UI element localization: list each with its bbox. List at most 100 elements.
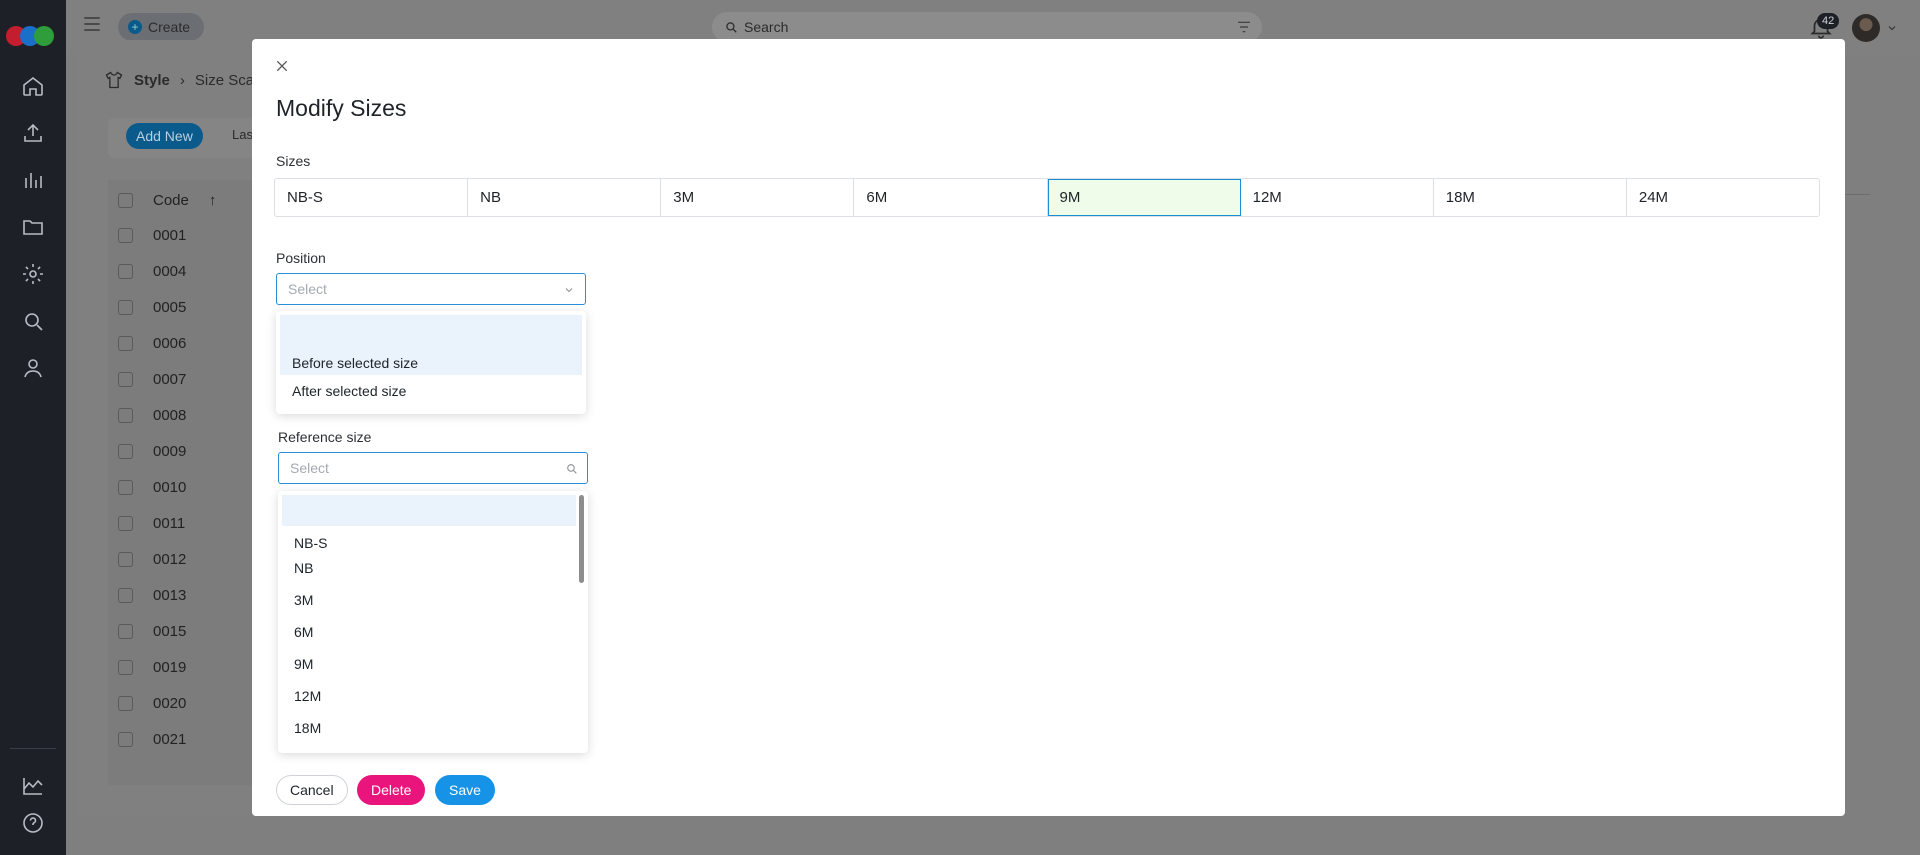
- save-button[interactable]: Save: [435, 775, 495, 805]
- table-row[interactable]: 0010: [118, 479, 186, 496]
- close-icon[interactable]: [274, 58, 290, 74]
- position-select[interactable]: Select: [276, 273, 586, 305]
- dropdown-scrollbar[interactable]: [579, 495, 584, 583]
- row-checkbox[interactable]: [118, 408, 133, 423]
- row-code: 0010: [153, 479, 187, 496]
- row-checkbox[interactable]: [118, 264, 133, 279]
- table-row[interactable]: 0013: [118, 587, 186, 604]
- reference-option-9m[interactable]: 9M: [282, 651, 584, 677]
- row-code: 0005: [153, 299, 187, 316]
- table-row[interactable]: 0004: [118, 263, 186, 280]
- size-cell-24m[interactable]: 24M: [1627, 179, 1819, 216]
- chevron-down-icon[interactable]: [1886, 22, 1898, 34]
- position-option-after[interactable]: After selected size: [280, 377, 582, 404]
- help-icon[interactable]: [21, 811, 45, 835]
- search-icon[interactable]: [21, 309, 45, 333]
- row-code: 0007: [153, 371, 187, 388]
- reference-option-18m[interactable]: 18M: [282, 715, 584, 741]
- breadcrumb: Style › Size Scal: [104, 70, 257, 90]
- size-cell-6m[interactable]: 6M: [854, 179, 1048, 216]
- row-checkbox[interactable]: [118, 228, 133, 243]
- table-row[interactable]: 0020: [118, 695, 186, 712]
- reference-size-select[interactable]: Select: [278, 452, 588, 484]
- sizes-row: NB-S NB 3M 6M 9M 12M 18M 24M: [274, 178, 1820, 217]
- chevron-right-icon: ›: [179, 71, 185, 89]
- table-row[interactable]: 0008: [118, 407, 186, 424]
- row-code: 0011: [153, 515, 186, 532]
- row-checkbox[interactable]: [118, 516, 133, 531]
- row-code: 0006: [153, 335, 187, 352]
- reference-option-empty[interactable]: [282, 495, 576, 526]
- reference-option-nb[interactable]: NB: [282, 555, 584, 581]
- size-cell-9m[interactable]: 9M: [1047, 179, 1241, 216]
- settings-icon[interactable]: [21, 262, 45, 286]
- size-cell-nb[interactable]: NB: [468, 179, 662, 216]
- breadcrumb-size-scale[interactable]: Size Scal: [195, 72, 258, 89]
- app-logo[interactable]: [6, 26, 60, 48]
- row-checkbox[interactable]: [118, 336, 133, 351]
- folder-icon[interactable]: [21, 215, 45, 239]
- row-checkbox[interactable]: [118, 300, 133, 315]
- table-row[interactable]: 0012: [118, 551, 186, 568]
- size-cell-nb-s[interactable]: NB-S: [275, 179, 469, 216]
- row-code: 0009: [153, 443, 187, 460]
- chevron-down-icon: [565, 288, 573, 293]
- row-checkbox[interactable]: [118, 372, 133, 387]
- reference-option-6m[interactable]: 6M: [282, 619, 584, 645]
- table-row[interactable]: 0005: [118, 299, 186, 316]
- breadcrumb-style[interactable]: Style: [134, 72, 170, 89]
- home-icon[interactable]: [21, 74, 45, 98]
- reference-size-label: Reference size: [278, 429, 372, 445]
- table-row[interactable]: 0019: [118, 659, 186, 676]
- modal-title: Modify Sizes: [276, 95, 407, 121]
- create-button[interactable]: + Create: [118, 13, 205, 41]
- size-cell-3m[interactable]: 3M: [661, 179, 855, 216]
- sidebar-divider: [10, 748, 56, 749]
- row-checkbox[interactable]: [118, 444, 133, 459]
- upload-icon[interactable]: [21, 121, 45, 145]
- notification-badge: 42: [1817, 13, 1840, 29]
- filter-icon[interactable]: [1236, 19, 1252, 35]
- delete-button[interactable]: Delete: [357, 775, 426, 805]
- position-option-empty[interactable]: [280, 315, 582, 348]
- row-checkbox[interactable]: [118, 732, 133, 747]
- row-checkbox[interactable]: [118, 624, 133, 639]
- user-icon[interactable]: [21, 356, 45, 380]
- position-dropdown: Before selected size After selected size: [276, 311, 586, 414]
- row-code: 0004: [153, 263, 187, 280]
- sort-arrow-icon[interactable]: ↑: [209, 192, 217, 209]
- table-row[interactable]: 0011: [118, 515, 185, 532]
- analytics-icon[interactable]: [21, 168, 45, 192]
- select-all-checkbox[interactable]: [118, 193, 133, 208]
- size-cell-18m[interactable]: 18M: [1434, 179, 1627, 216]
- reference-option-3m[interactable]: 3M: [282, 587, 584, 613]
- row-checkbox[interactable]: [118, 660, 133, 675]
- reference-placeholder: Select: [290, 460, 329, 476]
- table-row[interactable]: 0015: [118, 623, 186, 640]
- row-checkbox[interactable]: [118, 552, 133, 567]
- avatar[interactable]: [1852, 14, 1880, 42]
- row-checkbox[interactable]: [118, 588, 133, 603]
- global-search-input[interactable]: Search: [712, 12, 1262, 42]
- search-icon: [726, 22, 737, 33]
- reference-size-dropdown: NB-S NB 3M 6M 9M 12M 18M: [278, 491, 588, 753]
- row-checkbox[interactable]: [118, 696, 133, 711]
- table-row[interactable]: 0009: [118, 443, 186, 460]
- table-row[interactable]: 0007: [118, 371, 186, 388]
- menu-icon[interactable]: [84, 17, 100, 31]
- add-new-button[interactable]: Add New: [126, 123, 203, 149]
- chart-icon[interactable]: [21, 774, 45, 798]
- table-row[interactable]: 0006: [118, 335, 186, 352]
- table-row[interactable]: 0001: [118, 227, 186, 244]
- modify-sizes-modal: Modify Sizes Sizes NB-S NB 3M 6M 9M 12M …: [252, 39, 1845, 816]
- position-option-before[interactable]: Before selected size: [280, 348, 582, 375]
- code-column-header[interactable]: Code: [153, 192, 189, 209]
- size-cell-12m[interactable]: 12M: [1241, 179, 1434, 216]
- reference-option-nb-s[interactable]: NB-S: [282, 531, 584, 555]
- reference-option-12m[interactable]: 12M: [282, 683, 584, 709]
- table-row[interactable]: 0021: [118, 731, 186, 748]
- search-placeholder: Search: [744, 19, 789, 35]
- cancel-button[interactable]: Cancel: [276, 775, 348, 805]
- position-label: Position: [276, 250, 326, 266]
- row-checkbox[interactable]: [118, 480, 133, 495]
